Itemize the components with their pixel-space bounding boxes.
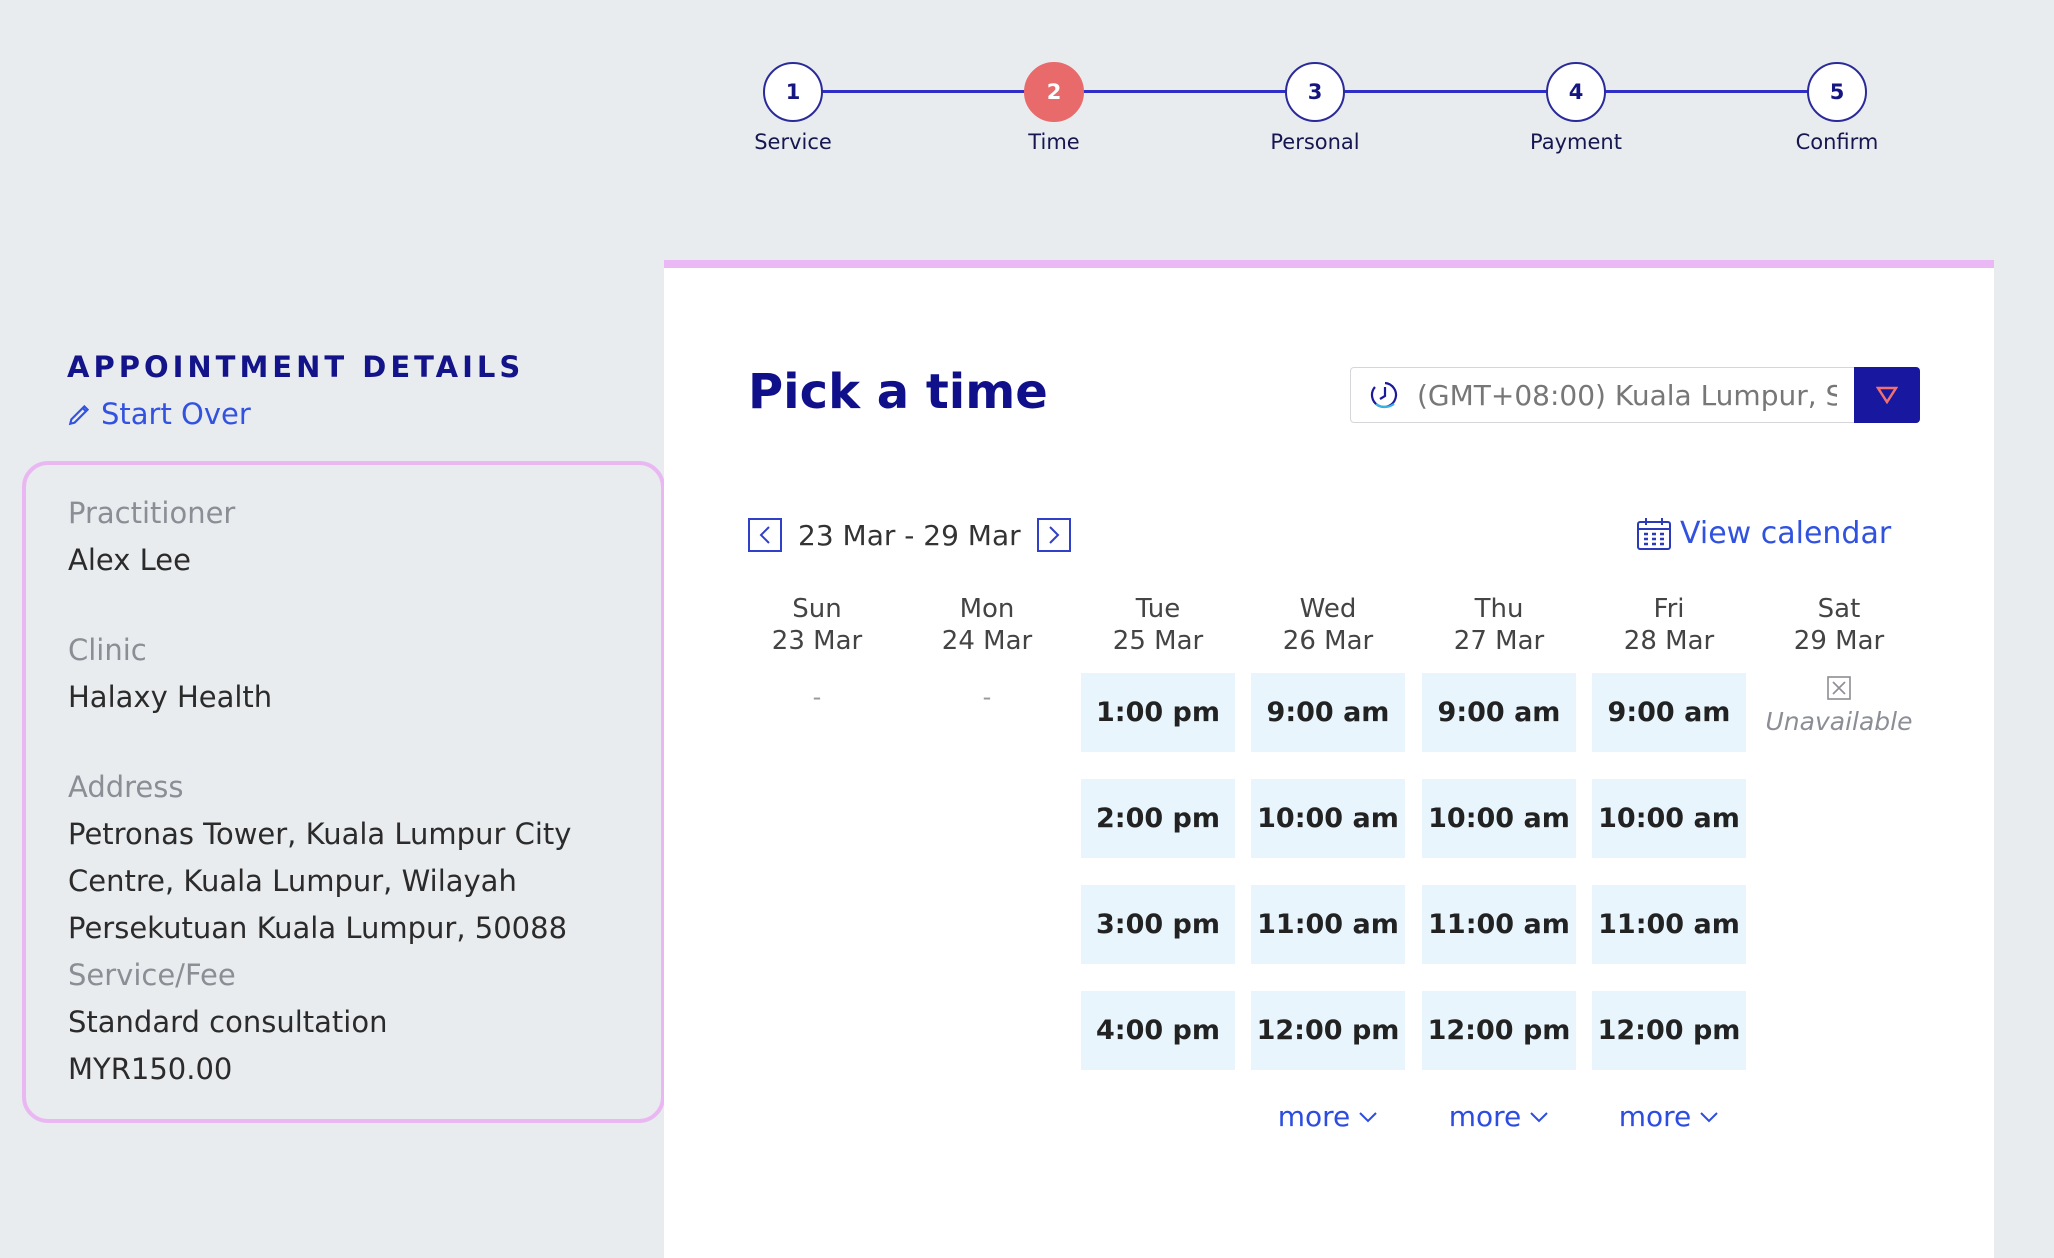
time-slot-button[interactable]: 10:00 am [1251, 779, 1405, 858]
more-label: more [1277, 1100, 1351, 1133]
unavailable-label: Unavailable [1765, 707, 1913, 736]
time-slot-button[interactable]: 9:00 am [1422, 673, 1576, 752]
time-slot-button[interactable]: 4:00 pm [1081, 991, 1235, 1070]
clock-globe-icon [1370, 381, 1398, 409]
time-slot-button[interactable]: 10:00 am [1592, 779, 1746, 858]
service-value: Standard consultation [68, 1005, 388, 1039]
day-name: Wed [1299, 594, 1357, 624]
day-column-mon: Mon 24 Mar - [910, 593, 1064, 711]
chevron-down-icon [1700, 1111, 1718, 1122]
address-line: Petronas Tower, Kuala Lumpur City [68, 817, 572, 851]
view-calendar-label: View calendar [1680, 516, 1892, 551]
day-date: 29 Mar [1793, 626, 1885, 656]
day-column-sat: Sat 29 Mar Unavailable [1762, 593, 1916, 736]
step-number: 2 [1024, 62, 1084, 122]
time-slot-button[interactable]: 9:00 am [1592, 673, 1746, 752]
unavailable-indicator: Unavailable [1762, 675, 1916, 736]
day-column-tue: Tue 25 Mar 1:00 pm 2:00 pm 3:00 pm 4:00 … [1081, 593, 1235, 1070]
more-label: more [1448, 1100, 1522, 1133]
no-slots: - [812, 683, 822, 711]
step-number: 1 [763, 62, 823, 122]
clinic-value: Halaxy Health [68, 680, 273, 714]
time-slot-button[interactable]: 2:00 pm [1081, 779, 1235, 858]
address-line: Persekutuan Kuala Lumpur, 50088 [68, 911, 568, 945]
step-time[interactable]: 2 Time [974, 62, 1134, 154]
day-name: Mon [959, 594, 1015, 624]
week-navigator: 23 Mar - 29 Mar [748, 518, 1071, 552]
triangle-down-icon [1876, 386, 1898, 404]
time-slot-button[interactable]: 12:00 pm [1251, 991, 1405, 1070]
day-name: Tue [1135, 594, 1181, 624]
day-name: Fri [1653, 594, 1685, 624]
step-label: Personal [1270, 130, 1360, 154]
step-service[interactable]: 1 Service [713, 62, 873, 154]
day-date: 23 Mar [771, 626, 863, 656]
step-payment[interactable]: 4 Payment [1496, 62, 1656, 154]
appointment-details-card: Practitioner Alex Lee Clinic Halaxy Heal… [22, 461, 665, 1123]
start-over-link[interactable]: Start Over [67, 397, 251, 431]
chevron-left-icon [759, 526, 770, 544]
unavailable-icon [1827, 676, 1851, 700]
week-range: 23 Mar - 29 Mar [798, 518, 1021, 552]
practitioner-value: Alex Lee [68, 543, 191, 577]
day-name: Sat [1817, 594, 1861, 624]
view-calendar-link[interactable]: View calendar [1636, 516, 1891, 551]
start-over-label: Start Over [101, 397, 251, 431]
progress-stepper: 1 Service 2 Time 3 Personal 4 Payment 5 … [754, 62, 1880, 172]
pick-time-panel: Pick a time (GMT+08:00) Kuala Lumpur, S … [664, 260, 1994, 1258]
day-date: 27 Mar [1453, 626, 1545, 656]
step-label: Time [1028, 130, 1080, 154]
timezone-dropdown-button[interactable] [1854, 367, 1920, 423]
step-label: Payment [1530, 130, 1622, 154]
more-slots-button[interactable]: more [1251, 1100, 1405, 1133]
time-slot-button[interactable]: 11:00 am [1251, 885, 1405, 964]
step-label: Service [754, 130, 832, 154]
chevron-down-icon [1359, 1111, 1377, 1122]
more-slots-button[interactable]: more [1422, 1100, 1576, 1133]
day-column-fri: Fri 28 Mar 9:00 am 10:00 am 11:00 am 12:… [1592, 593, 1746, 1133]
address-line: Centre, Kuala Lumpur, Wilayah [68, 864, 517, 898]
practitioner-label: Practitioner [68, 496, 236, 530]
step-number: 5 [1807, 62, 1867, 122]
day-date: 24 Mar [941, 626, 1033, 656]
step-confirm[interactable]: 5 Confirm [1757, 62, 1917, 154]
day-column-thu: Thu 27 Mar 9:00 am 10:00 am 11:00 am 12:… [1422, 593, 1576, 1133]
fee-value: MYR150.00 [68, 1052, 233, 1086]
calendar-icon [1637, 517, 1671, 550]
step-label: Confirm [1795, 130, 1879, 154]
day-date: 28 Mar [1623, 626, 1715, 656]
timezone-select[interactable]: (GMT+08:00) Kuala Lumpur, S [1350, 367, 1920, 423]
page-title: Pick a time [748, 364, 1048, 420]
time-slot-button[interactable]: 9:00 am [1251, 673, 1405, 752]
address-label: Address [68, 770, 184, 804]
day-name: Sun [792, 594, 842, 624]
time-slot-button[interactable]: 10:00 am [1422, 779, 1576, 858]
appointment-details-title: APPOINTMENT DETAILS [67, 350, 525, 384]
previous-week-button[interactable] [748, 518, 782, 552]
clinic-label: Clinic [68, 633, 147, 667]
time-slot-button[interactable]: 12:00 pm [1422, 991, 1576, 1070]
next-week-button[interactable] [1036, 518, 1071, 552]
time-slot-button[interactable]: 12:00 pm [1592, 991, 1746, 1070]
time-slot-button[interactable]: 1:00 pm [1081, 673, 1235, 752]
chevron-right-icon [1048, 526, 1060, 544]
time-slot-button[interactable]: 11:00 am [1592, 885, 1746, 964]
more-slots-button[interactable]: more [1592, 1100, 1746, 1133]
time-slot-button[interactable]: 3:00 pm [1081, 885, 1235, 964]
timezone-value: (GMT+08:00) Kuala Lumpur, S [1417, 378, 1837, 412]
step-number: 3 [1285, 62, 1345, 122]
step-number: 4 [1546, 62, 1606, 122]
service-fee-label: Service/Fee [68, 958, 236, 992]
step-personal[interactable]: 3 Personal [1235, 62, 1395, 154]
time-slot-button[interactable]: 11:00 am [1422, 885, 1576, 964]
day-date: 25 Mar [1112, 626, 1204, 656]
day-column-wed: Wed 26 Mar 9:00 am 10:00 am 11:00 am 12:… [1251, 593, 1405, 1133]
day-column-sun: Sun 23 Mar - [740, 593, 894, 711]
day-date: 26 Mar [1282, 626, 1374, 656]
day-name: Thu [1474, 594, 1524, 624]
pencil-icon [68, 404, 90, 426]
more-label: more [1618, 1100, 1692, 1133]
chevron-down-icon [1530, 1111, 1548, 1122]
no-slots: - [982, 683, 992, 711]
